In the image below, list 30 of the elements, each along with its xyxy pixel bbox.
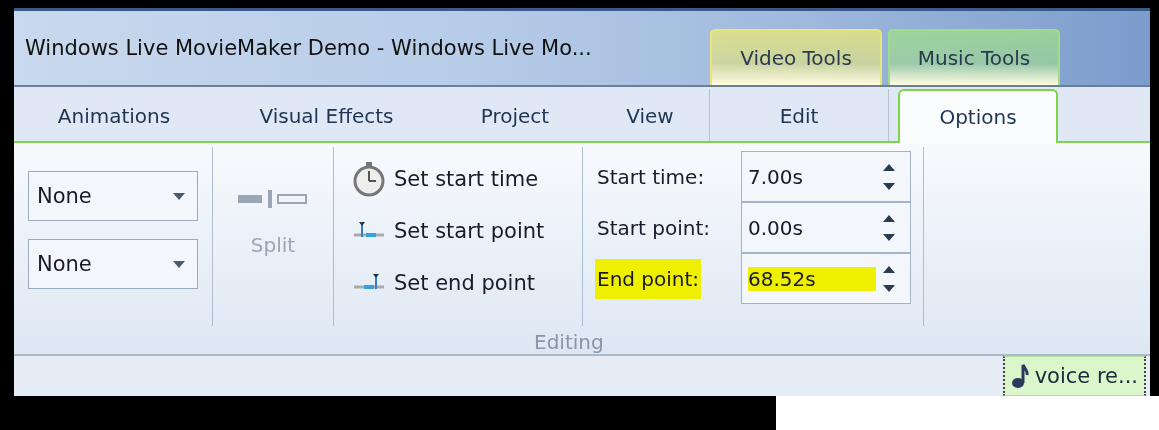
ribbon-tab[interactable]: Visual Effects — [214, 91, 439, 142]
spin-arrows-icon — [882, 162, 896, 192]
dropdown[interactable]: None — [28, 239, 198, 290]
caret-icon — [173, 261, 185, 268]
split-icon — [238, 189, 308, 210]
command-button[interactable]: Set start point — [352, 211, 570, 252]
group-label: Editing — [534, 330, 604, 354]
field-label: Start point: — [596, 215, 711, 242]
spin-arrows-icon — [882, 264, 896, 294]
command-button[interactable]: Set start time — [352, 159, 570, 200]
field-label: End point: — [595, 259, 702, 299]
ribbon-tab[interactable]: View — [591, 91, 709, 142]
spinner-field[interactable]: 7.00s — [741, 151, 911, 203]
caret-icon — [173, 193, 185, 200]
spin-arrows-icon — [882, 213, 896, 243]
context-tab-group: Video Tools — [710, 29, 882, 86]
music-note-icon — [1010, 363, 1029, 389]
field-label: Start time: — [596, 164, 706, 191]
ribbon-tab[interactable]: Options — [898, 89, 1058, 144]
command-button[interactable]: Set end point — [352, 263, 570, 304]
context-tab-group: Music Tools — [888, 29, 1060, 86]
ribbon-tab[interactable]: Project — [439, 91, 591, 142]
ribbon-tab[interactable]: Edit — [719, 91, 879, 142]
window-title: Windows Live MovieMaker Demo - Windows Live Mo... — [24, 36, 593, 61]
dropdown[interactable]: None — [28, 171, 198, 222]
spinner-field[interactable]: 68.52s — [741, 253, 911, 305]
ribbon-tab[interactable]: Animations — [14, 91, 214, 142]
spinner-field[interactable]: 0.00s — [741, 202, 911, 254]
audio-clip[interactable]: voice re... — [1002, 356, 1146, 396]
stopwatch-icon — [352, 161, 386, 198]
